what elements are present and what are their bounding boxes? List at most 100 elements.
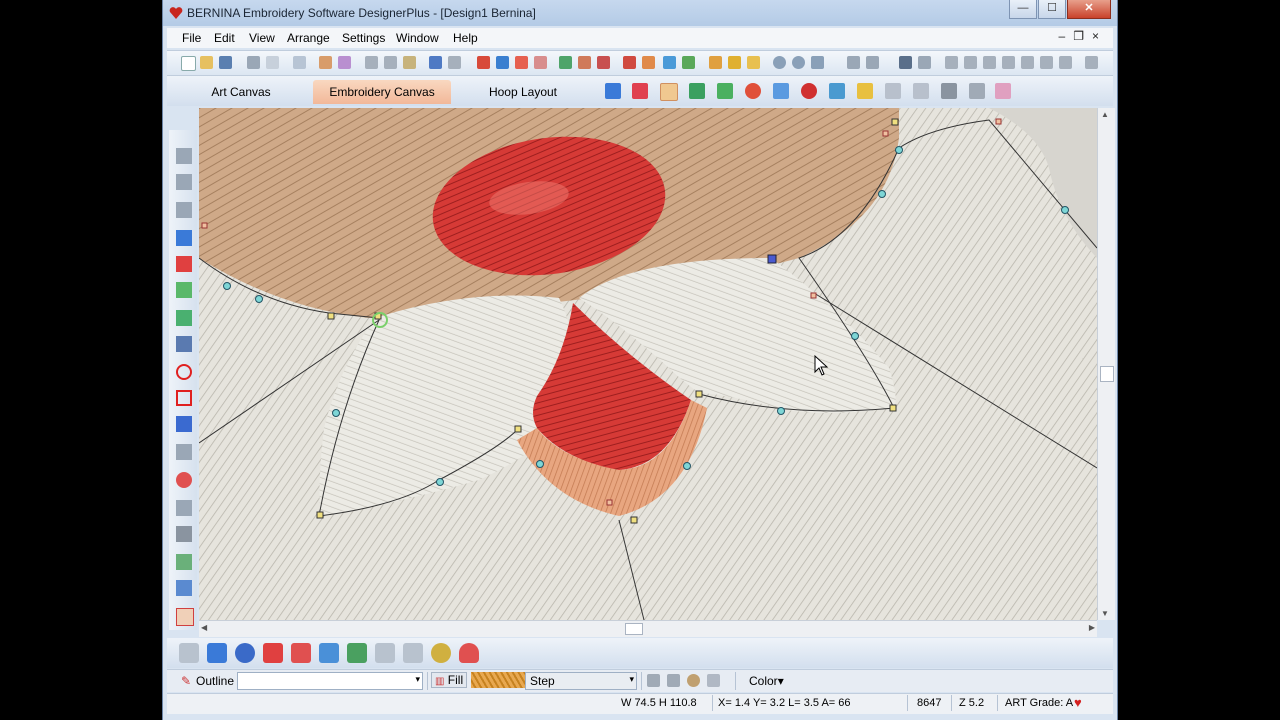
redo-icon[interactable] — [448, 56, 461, 69]
align-middle-icon[interactable] — [1021, 56, 1034, 69]
paste-icon[interactable] — [403, 56, 416, 69]
undo-icon[interactable] — [429, 56, 442, 69]
rectangle-icon[interactable] — [176, 390, 192, 406]
group-icon[interactable] — [847, 56, 860, 69]
maximize-button[interactable]: ☐ — [1038, 0, 1066, 19]
gear-icon[interactable] — [913, 83, 929, 99]
menu-settings[interactable]: Settings — [342, 31, 385, 45]
menu-file[interactable]: File — [182, 31, 201, 45]
warning-tool-icon[interactable] — [857, 83, 873, 99]
outline-label[interactable]: Outline — [196, 674, 234, 688]
outline-type-select[interactable]: ▾ — [237, 672, 423, 690]
new-icon[interactable] — [181, 56, 196, 71]
align-top-icon[interactable] — [1002, 56, 1015, 69]
fill-swatch[interactable] — [471, 672, 525, 688]
needle-points-icon[interactable] — [534, 56, 547, 69]
color-dropdown[interactable]: Color▾ — [749, 674, 784, 688]
pattern-fill-icon[interactable] — [291, 643, 311, 663]
zoom-icon[interactable] — [773, 56, 786, 69]
print-preview-icon[interactable] — [266, 56, 279, 69]
function-icon[interactable] — [597, 56, 610, 69]
red-star-icon[interactable] — [176, 256, 192, 272]
quill-icon[interactable] — [403, 643, 423, 663]
frame-icon[interactable] — [176, 554, 192, 570]
person-icon[interactable] — [728, 56, 741, 69]
vertical-scrollbar[interactable]: ▲ ▼ — [1097, 108, 1115, 620]
shape-tool-icon[interactable] — [885, 83, 901, 99]
star-tool-icon[interactable] — [176, 230, 192, 246]
import-icon[interactable] — [319, 56, 332, 69]
scroll-right-icon[interactable]: ▶ — [1089, 623, 1095, 632]
zoom-box-icon[interactable] — [811, 56, 824, 69]
print-icon[interactable] — [247, 56, 260, 69]
mirror-icon[interactable] — [176, 500, 192, 516]
triangle-tool-icon[interactable] — [689, 83, 705, 99]
horizontal-scroll-thumb[interactable] — [625, 623, 643, 635]
pattern-run-icon[interactable] — [263, 643, 283, 663]
menu-view[interactable]: View — [249, 31, 275, 45]
tab-embroidery-canvas[interactable]: Embroidery Canvas — [313, 80, 451, 104]
zoom-in-icon[interactable] — [792, 56, 805, 69]
sculpture-icon[interactable] — [347, 643, 367, 663]
menu-window[interactable]: Window — [396, 31, 439, 45]
photo-stitch-icon[interactable] — [235, 643, 255, 663]
stitch-cone-icon[interactable] — [176, 526, 192, 542]
cross-stitch-icon[interactable] — [176, 580, 192, 596]
arrow-down-icon[interactable] — [375, 643, 395, 663]
copy-icon[interactable] — [384, 56, 397, 69]
break-apart-icon[interactable] — [829, 83, 845, 99]
bird-tool-icon[interactable] — [176, 148, 192, 164]
stitch-view-icon[interactable] — [515, 56, 528, 69]
thread-colors-icon[interactable] — [709, 56, 722, 69]
select-arrow-icon[interactable] — [605, 83, 621, 99]
stitch-angle-icon[interactable] — [647, 674, 660, 687]
unlock-icon[interactable] — [918, 56, 931, 69]
artistic-view-icon[interactable] — [559, 56, 572, 69]
remove-overlap-icon[interactable] — [667, 674, 680, 687]
rotate-icon[interactable] — [745, 83, 761, 99]
effects-icon[interactable] — [687, 674, 700, 687]
grid-icon[interactable] — [477, 56, 490, 69]
magic-wand-icon[interactable] — [207, 643, 227, 663]
title-bar[interactable]: BERNINA Embroidery Software DesignerPlus… — [163, 0, 1117, 26]
applique-icon[interactable] — [176, 310, 192, 326]
embroidery-design[interactable] — [199, 108, 1097, 620]
menu-help[interactable]: Help — [453, 31, 478, 45]
pattern-icon[interactable] — [176, 608, 194, 626]
connectors-icon[interactable] — [578, 56, 591, 69]
pen-tool-icon[interactable] — [176, 336, 192, 352]
align-right-icon[interactable] — [983, 56, 996, 69]
tab-art-canvas[interactable]: Art Canvas — [173, 80, 309, 104]
freehand-icon[interactable] — [176, 282, 192, 298]
cut-icon[interactable] — [365, 56, 378, 69]
ellipse-icon[interactable] — [176, 364, 192, 380]
grid-fill-icon[interactable] — [319, 643, 339, 663]
auto-digitize-icon[interactable] — [179, 643, 199, 663]
stamp-tool-icon[interactable] — [176, 202, 192, 218]
tab-hoop-layout[interactable]: Hoop Layout — [455, 80, 591, 104]
horizontal-scrollbar[interactable]: ◀ ▶ — [199, 620, 1097, 637]
close-button[interactable]: ✕ — [1067, 0, 1111, 19]
star-select-icon[interactable] — [632, 83, 648, 99]
lettering-icon[interactable] — [176, 416, 192, 432]
design-info-icon[interactable] — [293, 56, 306, 69]
vertical-scroll-thumb[interactable] — [1100, 366, 1114, 382]
mdi-window-controls[interactable]: –❐× — [1059, 29, 1107, 43]
badge-icon[interactable] — [431, 643, 451, 663]
emblem-icon[interactable] — [176, 472, 192, 488]
show-bitmap-icon[interactable] — [663, 56, 676, 69]
heart-icon[interactable] — [459, 643, 479, 663]
align-center-icon[interactable] — [964, 56, 977, 69]
distribute-icon[interactable] — [1059, 56, 1072, 69]
wizard-icon[interactable] — [747, 56, 760, 69]
fill-button[interactable]: ▥ Fill — [431, 672, 467, 688]
reshape-view-icon[interactable] — [642, 56, 655, 69]
align-bottom-icon[interactable] — [1040, 56, 1053, 69]
ungroup-icon[interactable] — [866, 56, 879, 69]
align-left-icon[interactable] — [945, 56, 958, 69]
export-icon[interactable] — [338, 56, 351, 69]
scroll-left-icon[interactable]: ◀ — [201, 623, 207, 632]
play-tool-icon[interactable] — [717, 83, 733, 99]
center-hoop-icon[interactable] — [1085, 56, 1098, 69]
menu-edit[interactable]: Edit — [214, 31, 235, 45]
